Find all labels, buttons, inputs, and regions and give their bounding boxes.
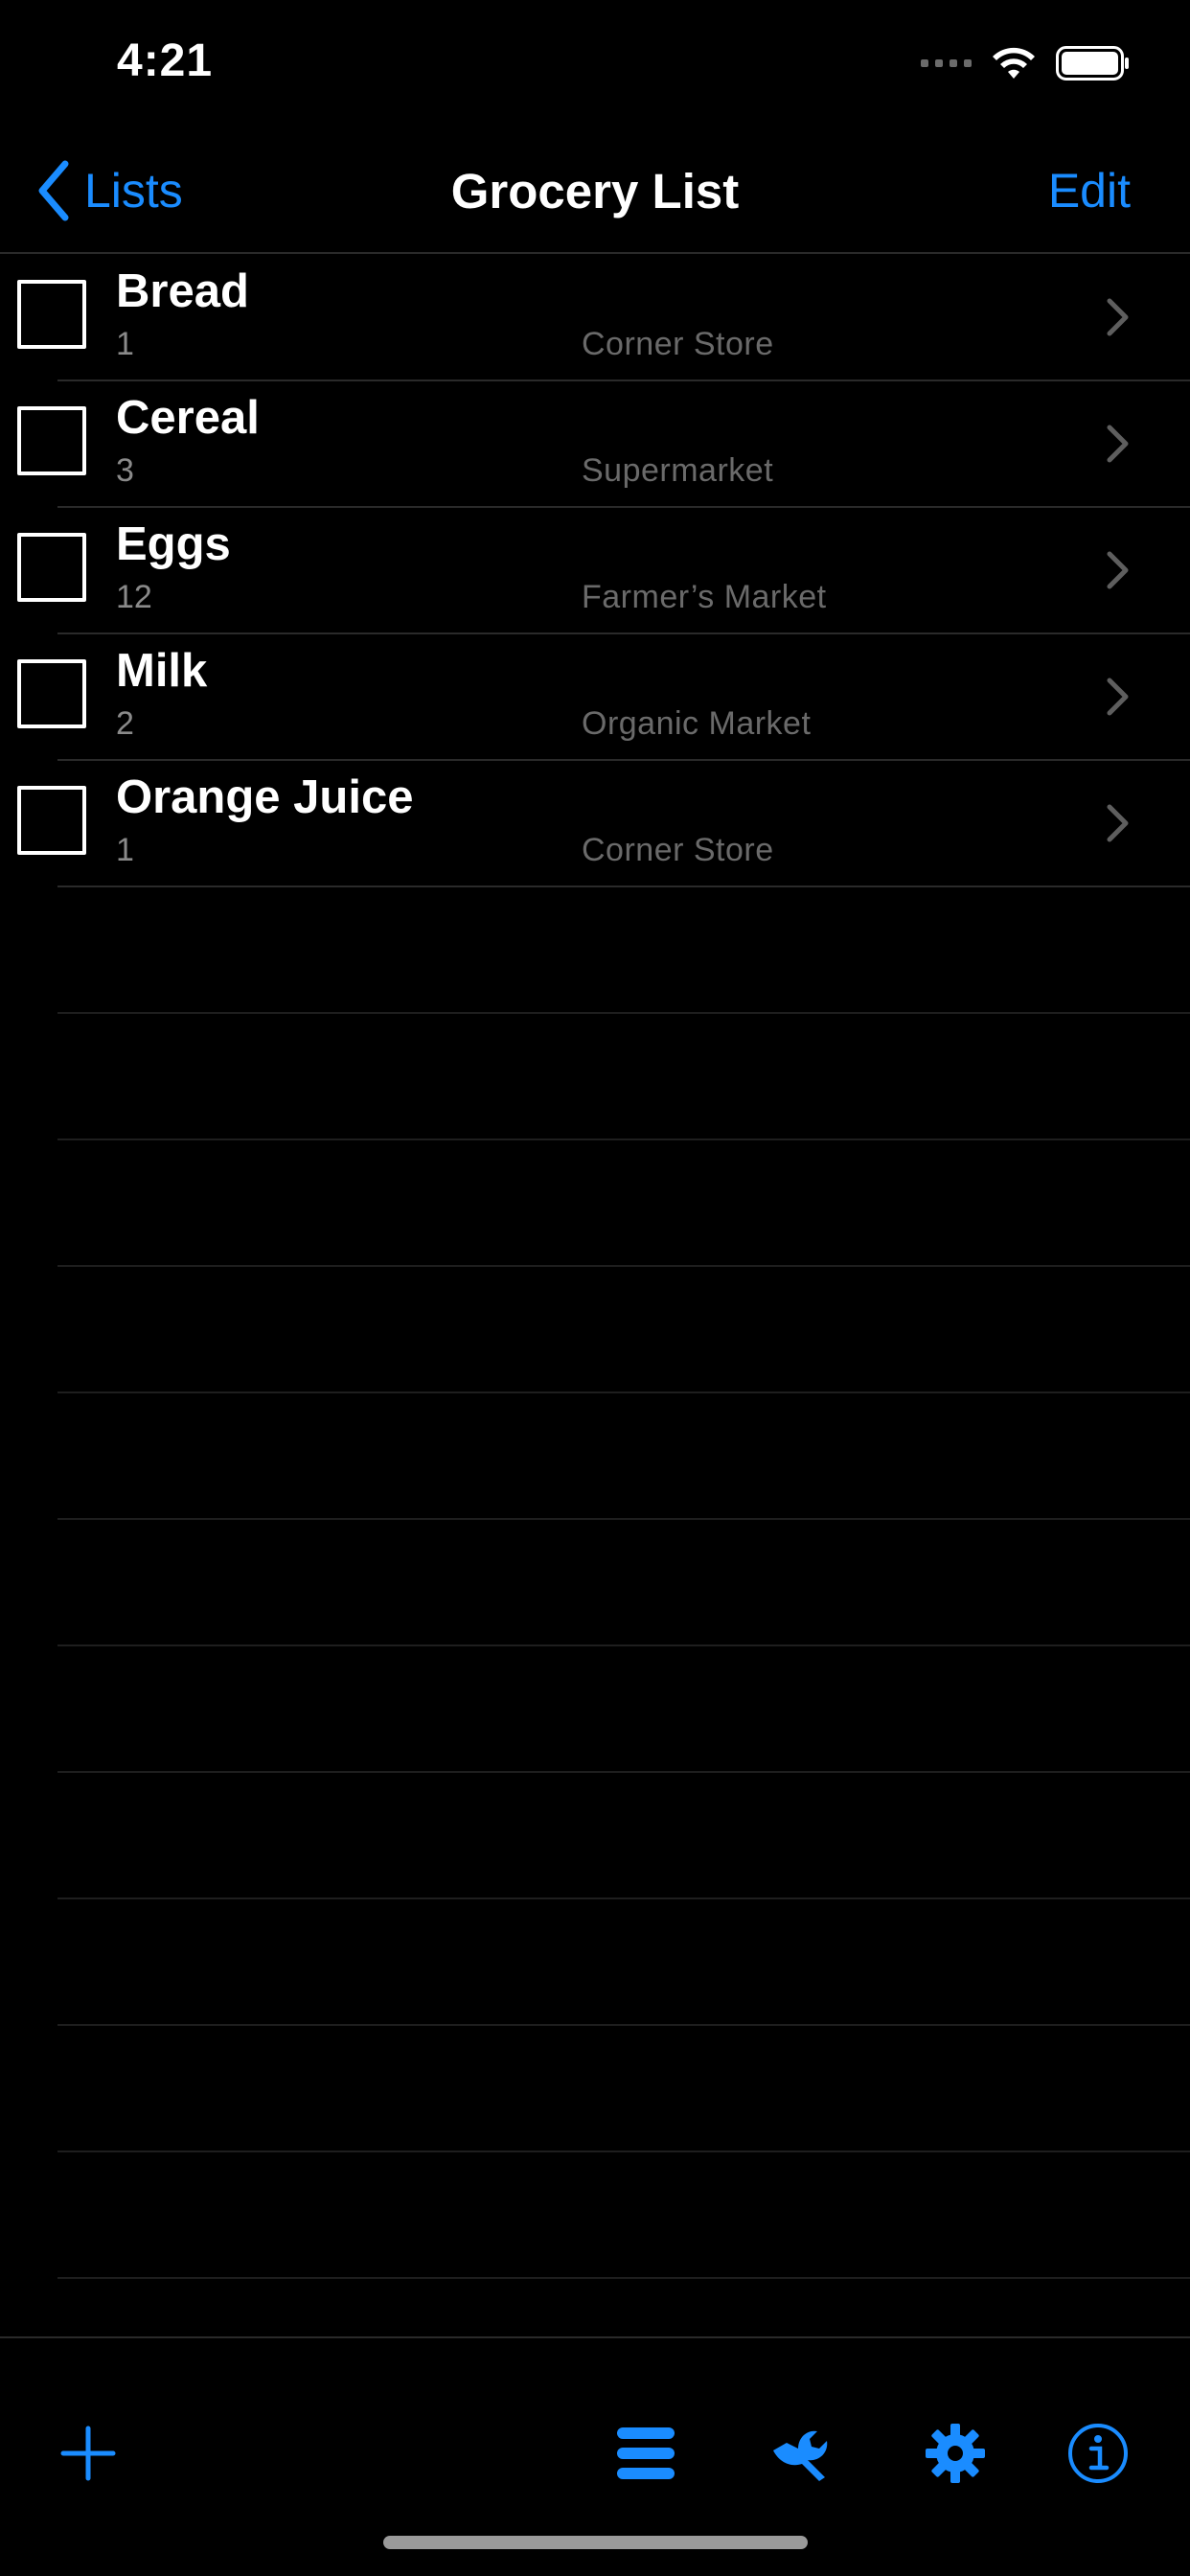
- gear-icon: [926, 2424, 985, 2483]
- empty-row: [0, 1773, 1190, 1899]
- cellular-signal-icon: [921, 59, 972, 67]
- navigation-bar: Lists Grocery List Edit: [0, 144, 1190, 254]
- empty-row: [0, 887, 1190, 1014]
- item-checkbox[interactable]: [17, 533, 86, 602]
- item-quantity: 2: [116, 705, 134, 742]
- status-time: 4:21: [117, 35, 214, 86]
- item-name: Milk: [116, 645, 208, 697]
- item-store: Organic Market: [582, 705, 812, 742]
- wrench-icon: [773, 2430, 828, 2481]
- item-store: Farmer’s Market: [582, 579, 827, 615]
- list-icon: [617, 2427, 675, 2479]
- item-checkbox[interactable]: [17, 786, 86, 855]
- item-checkbox[interactable]: [17, 659, 86, 728]
- chevron-right-icon: [1107, 298, 1129, 336]
- page-title: Grocery List: [450, 164, 740, 218]
- item-quantity: 12: [116, 579, 152, 615]
- empty-row: [0, 1646, 1190, 1773]
- list-item[interactable]: Orange Juice 1 Corner Store: [0, 761, 1190, 887]
- chevron-right-icon: [1107, 678, 1129, 716]
- item-quantity: 1: [116, 832, 134, 868]
- item-name: Eggs: [116, 518, 231, 570]
- wifi-icon: [993, 47, 1035, 79]
- info-button[interactable]: [1060, 2415, 1136, 2492]
- empty-row: [0, 1393, 1190, 1520]
- plus-icon: [60, 2426, 116, 2481]
- chevron-right-icon: [1107, 551, 1129, 589]
- status-icons: [921, 44, 1131, 82]
- empty-row: [0, 1140, 1190, 1267]
- empty-row: [0, 1520, 1190, 1646]
- item-name: Bread: [116, 265, 249, 317]
- item-store: Supermarket: [582, 452, 774, 489]
- item-name: Cereal: [116, 392, 260, 444]
- empty-row: [0, 1899, 1190, 2026]
- chevron-right-icon: [1107, 425, 1129, 463]
- screen: 4:21 Lists Grocery List Edit Bread 1 Cor…: [0, 0, 1190, 2576]
- settings-button[interactable]: [917, 2415, 994, 2492]
- item-store: Corner Store: [582, 832, 774, 868]
- list-item[interactable]: Milk 2 Organic Market: [0, 634, 1190, 761]
- item-quantity: 1: [116, 326, 134, 362]
- item-checkbox[interactable]: [17, 406, 86, 475]
- edit-button[interactable]: Edit: [1048, 163, 1131, 218]
- battery-icon: [1056, 46, 1129, 80]
- empty-row: [0, 2026, 1190, 2152]
- empty-row: [0, 1267, 1190, 1393]
- add-item-button[interactable]: [50, 2415, 126, 2492]
- chevron-right-icon: [1107, 804, 1129, 842]
- grocery-list: Bread 1 Corner Store Cereal 3 Supermarke…: [0, 255, 1190, 2279]
- tools-button[interactable]: [763, 2415, 839, 2492]
- item-quantity: 3: [116, 452, 134, 489]
- home-indicator: [383, 2536, 808, 2549]
- item-checkbox[interactable]: [17, 280, 86, 349]
- list-button[interactable]: [607, 2415, 684, 2492]
- list-item[interactable]: Cereal 3 Supermarket: [0, 381, 1190, 508]
- list-item[interactable]: Bread 1 Corner Store: [0, 255, 1190, 381]
- empty-row: [0, 1014, 1190, 1140]
- list-item[interactable]: Eggs 12 Farmer’s Market: [0, 508, 1190, 634]
- info-icon: [1068, 2424, 1128, 2483]
- empty-row: [0, 2152, 1190, 2279]
- item-store: Corner Store: [582, 326, 774, 362]
- item-name: Orange Juice: [116, 771, 414, 823]
